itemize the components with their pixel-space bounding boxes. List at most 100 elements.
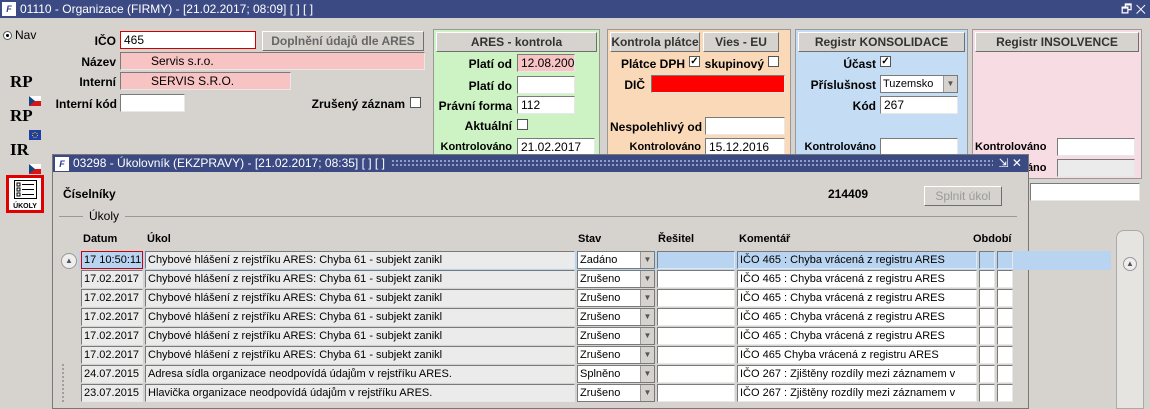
ir-button[interactable]: IR xyxy=(9,140,41,174)
cell-resitel[interactable] xyxy=(657,308,735,326)
cell-komentar[interactable]: IČO 465 Chyba vrácená z registru ARES xyxy=(737,346,977,364)
cell-stav-select[interactable]: Zrušeno ▼ xyxy=(577,384,655,402)
table-scroll-up-icon[interactable]: ▲ xyxy=(61,253,77,269)
cell-stav-select[interactable]: Zrušeno ▼ xyxy=(577,327,655,345)
cell-ukol[interactable]: Chybové hlášení z rejstříku ARES: Chyba … xyxy=(145,308,575,326)
cell-obdobi-2[interactable] xyxy=(997,384,1013,402)
nazev-field[interactable]: Servis s.r.o. xyxy=(120,52,425,70)
main-scrollbar[interactable]: ▲ xyxy=(1116,230,1144,409)
table-row[interactable]: 17.02.2017 Chybové hlášení z rejstříku AR… xyxy=(53,289,1023,308)
cell-obdobi-1[interactable] xyxy=(979,289,995,307)
kontrola-platce-button[interactable]: Kontrola plátce xyxy=(610,32,700,52)
cell-datum[interactable]: 24.07.2015 xyxy=(81,365,143,383)
cell-stav-select[interactable]: Zrušeno ▼ xyxy=(577,270,655,288)
cell-datum[interactable]: 17.02.2017 xyxy=(81,289,143,307)
rp-eu-button[interactable]: RP xyxy=(9,106,41,140)
plati-od-field[interactable]: 12.08.2002 xyxy=(517,54,575,72)
cell-obdobi-2[interactable] xyxy=(997,346,1013,364)
cell-resitel[interactable] xyxy=(657,327,735,345)
cell-ukol[interactable]: Chybové hlášení z rejstříku ARES: Chyba … xyxy=(145,270,575,288)
dic-field[interactable] xyxy=(651,75,785,93)
cell-stav-select[interactable]: Zrušeno ▼ xyxy=(577,289,655,307)
cell-datum[interactable]: 17.02.2017 xyxy=(81,308,143,326)
cell-datum[interactable]: 17.02.2017 xyxy=(81,327,143,345)
cell-resitel[interactable] xyxy=(657,270,735,288)
nav-toggle[interactable]: Nav xyxy=(3,28,36,42)
cell-ukol[interactable]: Chybové hlášení z rejstříku ARES: Chyba … xyxy=(145,346,575,364)
scroll-up-icon[interactable]: ▲ xyxy=(1123,257,1137,271)
plati-do-field[interactable] xyxy=(517,76,575,94)
cell-stav-select[interactable]: Zrušeno ▼ xyxy=(577,346,655,364)
cell-obdobi-1[interactable] xyxy=(979,365,995,383)
fill-from-ares-button[interactable]: Doplnění údajů dle ARES xyxy=(262,31,424,51)
cell-resitel[interactable] xyxy=(657,384,735,402)
cell-obdobi-1[interactable] xyxy=(979,384,995,402)
table-row[interactable]: 17.02.2017 Chybové hlášení z rejstříku AR… xyxy=(53,346,1023,365)
cell-datum[interactable]: 23.07.2015 xyxy=(81,384,143,402)
cell-obdobi-1[interactable] xyxy=(979,251,995,269)
cell-komentar[interactable]: IČO 465 : Chyba vrácená z registru ARES xyxy=(737,270,977,288)
cell-ukol[interactable]: Adresa sídla organizace neodpovídá údajů… xyxy=(145,365,575,383)
ico-field[interactable]: 465 xyxy=(120,31,256,49)
main-window-controls[interactable]: 🗗 ✕ xyxy=(1121,0,1146,18)
cell-obdobi-2[interactable] xyxy=(997,308,1013,326)
cell-ukol[interactable]: Chybové hlášení z rejstříku ARES: Chyba … xyxy=(145,251,575,269)
cell-obdobi-1[interactable] xyxy=(979,346,995,364)
cell-obdobi-2[interactable] xyxy=(997,270,1013,288)
ares-kontrola-button[interactable]: ARES - kontrola xyxy=(436,32,597,52)
kod-field[interactable]: 267 xyxy=(880,96,958,114)
insolvence-kontrolovano-field[interactable] xyxy=(1057,138,1135,156)
cell-ukol[interactable]: Chybové hlášení z rejstříku ARES: Chyba … xyxy=(145,289,575,307)
table-row[interactable]: 23.07.2015 Hlavička organizace neodpovídá… xyxy=(53,384,1023,403)
cell-stav-select[interactable]: Zadáno ▼ xyxy=(577,251,655,269)
cell-komentar[interactable]: IČO 465 : Chyba vrácená z registru ARES xyxy=(737,251,977,269)
cell-resitel[interactable] xyxy=(657,365,735,383)
cell-obdobi-2[interactable] xyxy=(997,327,1013,345)
cell-obdobi-1[interactable] xyxy=(979,327,995,345)
cell-datum[interactable]: 17 10:50:11 xyxy=(81,251,143,269)
cell-stav-select[interactable]: Zrušeno ▼ xyxy=(577,308,655,326)
underlying-field[interactable] xyxy=(1030,183,1140,201)
table-row[interactable]: 17.02.2017 Chybové hlášení z rejstříku AR… xyxy=(53,308,1023,327)
skupinovy-checkbox[interactable] xyxy=(768,56,779,67)
prislusnost-select[interactable]: Tuzemsko ▼ xyxy=(880,75,958,93)
table-row[interactable]: 17.02.2017 Chybové hlášení z rejstříku AR… xyxy=(53,327,1023,346)
table-row[interactable]: 24.07.2015 Adresa sídla organizace neodpo… xyxy=(53,365,1023,384)
cell-ukol[interactable]: Chybové hlášení z rejstříku ARES: Chyba … xyxy=(145,327,575,345)
interni-kod-field[interactable] xyxy=(120,94,185,112)
registr-konsolidace-button[interactable]: Registr KONSOLIDACE xyxy=(798,32,965,52)
rp-cz-button[interactable]: RP xyxy=(9,72,41,106)
cell-obdobi-1[interactable] xyxy=(979,308,995,326)
registr-insolvence-button[interactable]: Registr INSOLVENCE xyxy=(975,32,1139,52)
cell-resitel[interactable] xyxy=(657,346,735,364)
cell-komentar[interactable]: IČO 465 : Chyba vrácená z registru ARES xyxy=(737,308,977,326)
cell-komentar[interactable]: IČO 267 : Zjištěny rozdíly mezi záznamem… xyxy=(737,384,977,402)
table-row[interactable]: 17 10:50:11 Chybové hlášení z rejstříku A… xyxy=(53,251,1111,270)
pravni-forma-field[interactable]: 112 xyxy=(517,96,575,114)
cell-datum[interactable]: 17.02.2017 xyxy=(81,346,143,364)
ucast-checkbox[interactable]: ✓ xyxy=(880,56,891,67)
cell-komentar[interactable]: IČO 465 : Chyba vrácená z registru ARES xyxy=(737,289,977,307)
tasks-window-controls[interactable]: ⇲ ✕ xyxy=(999,155,1022,172)
cell-komentar[interactable]: IČO 267 : Zjištěny rozdíly mezi záznamem… xyxy=(737,365,977,383)
vies-eu-button[interactable]: Vies - EU xyxy=(703,32,779,52)
cell-resitel[interactable] xyxy=(657,289,735,307)
insolvence-kontrolovano2-field[interactable] xyxy=(1057,159,1135,177)
cell-obdobi-2[interactable] xyxy=(997,251,1013,269)
cell-obdobi-1[interactable] xyxy=(979,270,995,288)
table-row[interactable]: 17.02.2017 Chybové hlášení z rejstříku AR… xyxy=(53,270,1023,289)
cell-resitel[interactable] xyxy=(657,251,735,269)
cell-ukol[interactable]: Hlavička organizace neodpovídá údajům v … xyxy=(145,384,575,402)
cell-komentar[interactable]: IČO 465 : Chyba vrácená z registru ARES xyxy=(737,327,977,345)
nespolehlivy-field[interactable] xyxy=(705,117,785,135)
cell-obdobi-2[interactable] xyxy=(997,289,1013,307)
complete-task-button[interactable]: Splnit úkol xyxy=(924,186,1002,206)
cell-obdobi-2[interactable] xyxy=(997,365,1013,383)
platce-dph-checkbox[interactable]: ✓ xyxy=(689,56,700,67)
aktualni-checkbox[interactable] xyxy=(517,119,528,130)
interni-field[interactable]: SERVIS S.R.O. xyxy=(120,72,291,90)
zruseny-checkbox[interactable] xyxy=(410,97,421,108)
ukoly-button[interactable]: ÚKOLY xyxy=(6,175,44,213)
cell-datum[interactable]: 17.02.2017 xyxy=(81,270,143,288)
cell-stav-select[interactable]: Splněno ▼ xyxy=(577,365,655,383)
